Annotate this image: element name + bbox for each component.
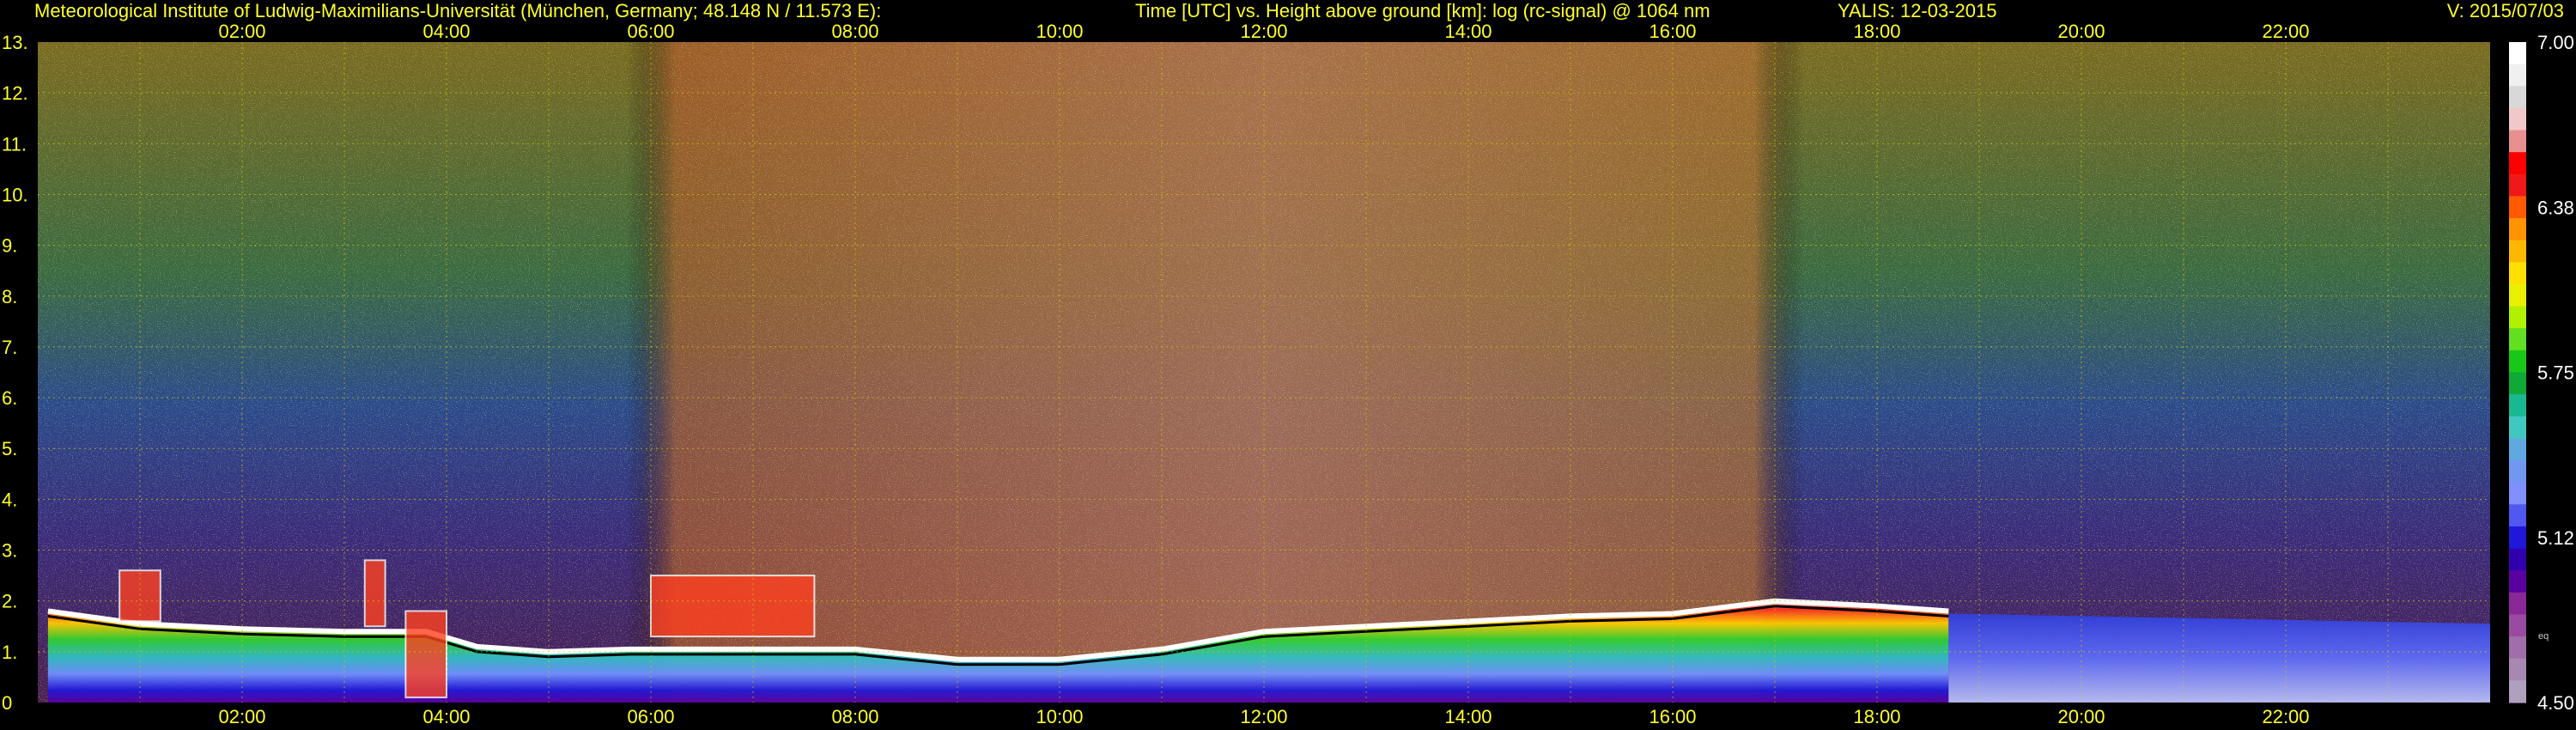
y-tick-label: 12. — [2, 82, 28, 104]
colorbar-swatch — [2509, 107, 2526, 131]
colorbar-swatch — [2509, 504, 2526, 527]
colorbar-swatch — [2509, 350, 2526, 374]
y-tick-label: 4. — [2, 489, 17, 510]
x-tick-label-top: 22:00 — [2262, 21, 2309, 42]
y-tick-label: 0 — [2, 692, 12, 714]
colorbar-swatch — [2509, 152, 2526, 175]
colorbar-tick-label: 4.50 — [2537, 692, 2574, 714]
colorbar-swatch — [2509, 86, 2526, 109]
colorbar-eq-label: eq — [2538, 631, 2549, 642]
colorbar-swatch — [2509, 240, 2526, 263]
x-tick-label-bottom: 04:00 — [422, 706, 470, 727]
x-tick-label-bottom: 10:00 — [1036, 706, 1083, 727]
x-tick-label-top: 20:00 — [2057, 21, 2105, 42]
x-tick-label-bottom: 02:00 — [218, 706, 265, 727]
colorbar-swatch — [2509, 306, 2526, 329]
colorbar-swatch — [2509, 570, 2526, 593]
colorbar-swatch — [2509, 394, 2526, 417]
colorbar-swatch — [2509, 262, 2526, 285]
cloud-patch — [404, 610, 447, 699]
y-tick-label: 2. — [2, 591, 17, 612]
colorbar-tick-label: 6.38 — [2537, 197, 2574, 218]
colorbar-swatch — [2509, 482, 2526, 505]
colorbar-swatch — [2509, 526, 2526, 550]
lidar-chart: 02:00 02:00 04:00 04:00 06:00 06:00 08:00 08:00… — [2, 21, 2574, 727]
y-tick-label: 13. — [2, 32, 28, 53]
x-tick-label-bottom: 14:00 — [1444, 706, 1492, 727]
x-tick-label-top: 16:00 — [1649, 21, 1696, 42]
y-tick-label: 1. — [2, 642, 17, 663]
y-tick-label: 9. — [2, 235, 17, 257]
x-tick-label-bottom: 18:00 — [1853, 706, 1900, 727]
x-tick-label-top: 10:00 — [1036, 21, 1083, 42]
y-tick-label: 5. — [2, 438, 17, 459]
colorbar-swatch — [2509, 173, 2526, 197]
colorbar-tick-label: 5.12 — [2537, 527, 2574, 549]
colorbar-swatch — [2509, 614, 2526, 637]
x-tick-label-top: 18:00 — [1853, 21, 1900, 42]
y-tick-label: 3. — [2, 540, 17, 562]
cloud-patch — [650, 575, 816, 638]
colorbar-swatch — [2509, 328, 2526, 351]
colorbar-swatch — [2509, 218, 2526, 241]
x-tick-label-bottom: 06:00 — [627, 706, 674, 727]
x-tick-label-top: 06:00 — [627, 21, 674, 42]
x-tick-label-bottom: 16:00 — [1649, 706, 1696, 727]
x-tick-label-top: 02:00 — [218, 21, 265, 42]
colorbar-swatch — [2509, 284, 2526, 307]
y-tick-label: 10. — [2, 184, 28, 205]
y-tick-label: 8. — [2, 286, 17, 307]
colorbar-swatch — [2509, 460, 2526, 484]
colorbar-swatch — [2509, 64, 2526, 87]
colorbar-tick-label: 7.00 — [2537, 32, 2574, 53]
colorbar-swatch — [2509, 592, 2526, 615]
x-tick-label-top: 14:00 — [1444, 21, 1492, 42]
x-tick-label-top: 12:00 — [1240, 21, 1287, 42]
x-tick-label-bottom: 12:00 — [1240, 706, 1287, 727]
colorbar-swatch — [2509, 130, 2526, 153]
x-tick-label-bottom: 20:00 — [2057, 706, 2105, 727]
evening-boundary-layer — [1948, 613, 2490, 703]
colorbar-swatch — [2509, 438, 2526, 461]
y-tick-label: 11. — [2, 133, 27, 155]
x-tick-label-top: 08:00 — [831, 21, 878, 42]
y-tick-label: 7. — [2, 337, 17, 358]
colorbar-swatch — [2509, 196, 2526, 219]
x-tick-label-bottom: 08:00 — [831, 706, 878, 727]
colorbar-swatch — [2509, 548, 2526, 571]
y-tick-label: 6. — [2, 387, 17, 409]
colorbar-swatch — [2509, 658, 2526, 681]
colorbar-swatch — [2509, 416, 2526, 439]
colorbar-tick-label: 5.75 — [2537, 362, 2574, 384]
colorbar-swatch — [2509, 680, 2526, 703]
cloud-patch — [363, 559, 386, 628]
x-tick-label-top: 04:00 — [422, 21, 470, 42]
colorbar-swatch — [2509, 42, 2526, 65]
colorbar-swatch — [2509, 636, 2526, 660]
colorbar-swatch — [2509, 372, 2526, 395]
x-tick-label-bottom: 22:00 — [2262, 706, 2309, 727]
